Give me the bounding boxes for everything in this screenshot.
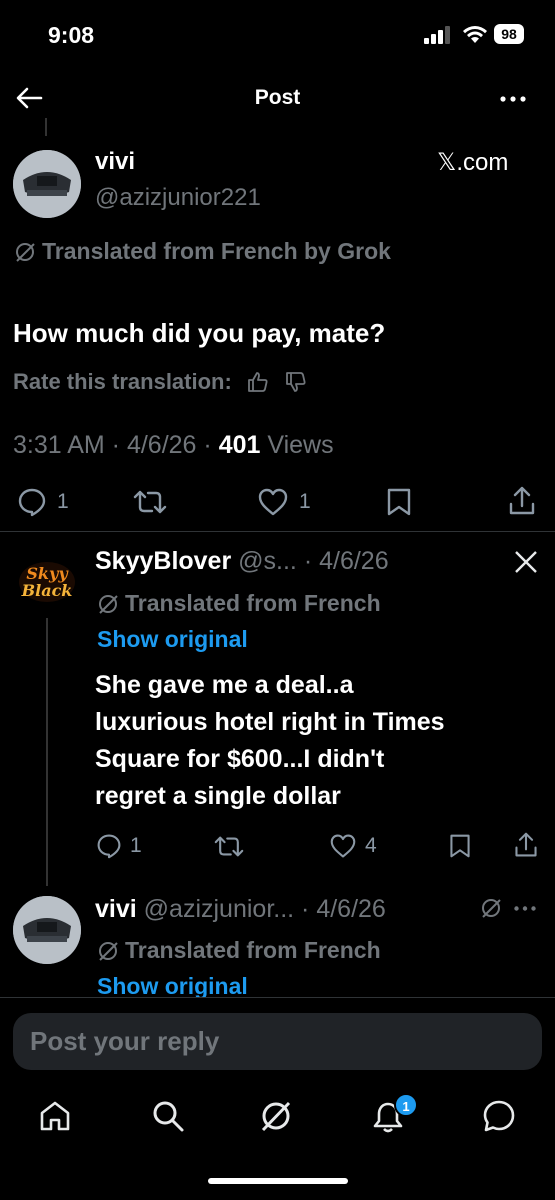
share-button[interactable]	[507, 485, 537, 517]
avatar[interactable]	[13, 150, 81, 218]
bookmark-icon	[387, 488, 411, 516]
translated-note: Translated from French	[97, 590, 381, 617]
rate-label: Rate this translation:	[13, 369, 232, 394]
reply-text-line: regret a single dollar	[95, 782, 341, 810]
status-time: 9:08	[48, 22, 95, 48]
battery-indicator: 98	[494, 24, 524, 44]
views-label: Views	[267, 431, 334, 459]
thread-line	[45, 118, 47, 136]
skyy-black-avatar-image: Skyy Black	[13, 548, 81, 616]
home-indicator	[208, 1178, 348, 1184]
heart-icon	[258, 488, 288, 516]
bookmark-button[interactable]	[448, 833, 472, 859]
reply-count: 1	[57, 490, 69, 513]
like-button[interactable]: 1	[257, 487, 311, 517]
meta-separator: ·	[196, 431, 219, 459]
signal-icon	[424, 26, 452, 44]
thumbs-down-icon[interactable]	[284, 370, 308, 394]
author-name[interactable]: SkyyBlover	[95, 547, 231, 575]
avatar-text-bottom: Black	[21, 581, 73, 600]
repost-icon	[214, 836, 244, 857]
bookmark-icon	[450, 834, 470, 858]
translated-note-text: Translated from French	[125, 937, 381, 963]
author-handle[interactable]: @s...	[238, 547, 297, 575]
like-count: 1	[299, 490, 311, 513]
rate-translation: Rate this translation:	[13, 369, 308, 395]
repost-button[interactable]	[133, 488, 167, 516]
thread-line	[46, 618, 48, 886]
reply-icon	[97, 834, 121, 859]
share-button[interactable]	[513, 831, 539, 859]
more-options-icon[interactable]	[514, 906, 536, 911]
translated-note: Translated from French by Grok	[14, 238, 391, 265]
like-count: 4	[365, 834, 377, 857]
author-name[interactable]: vivi	[95, 895, 137, 923]
post-date: 4/6/26	[319, 547, 389, 575]
reply-icon	[18, 488, 46, 517]
repost-icon	[133, 490, 167, 514]
car-avatar-image	[13, 896, 81, 964]
reply-header: vivi @azizjunior... · 4/6/26	[95, 895, 386, 924]
share-icon	[509, 486, 535, 515]
reply-text: She gave me a deal..a luxurious hotel ri…	[95, 667, 445, 815]
translated-note: Translated from French	[97, 937, 381, 964]
reply-count: 1	[130, 834, 142, 857]
translated-note-text: Translated from French	[125, 590, 381, 616]
avatar[interactable]	[13, 896, 81, 964]
x-logo-icon	[514, 550, 538, 574]
grok-icon	[99, 594, 118, 614]
meta-separator: ·	[294, 895, 317, 923]
translated-note-text: Translated from French by Grok	[42, 238, 391, 264]
bookmark-button[interactable]	[385, 487, 413, 517]
avatar[interactable]: Skyy Black	[13, 548, 81, 616]
thumbs-up-icon[interactable]	[246, 370, 270, 394]
share-icon	[515, 832, 537, 857]
reply-button[interactable]: 1	[17, 487, 69, 517]
source-label: 𝕏.com	[437, 149, 509, 176]
author-handle[interactable]: @azizjunior...	[144, 895, 294, 923]
show-original-link[interactable]: Show original	[97, 973, 248, 997]
more-options-icon[interactable]	[500, 96, 526, 102]
home-icon[interactable]	[38, 1100, 72, 1132]
grok-tab-icon[interactable]	[259, 1099, 293, 1133]
reply-text-line: She gave me a deal..a	[95, 671, 354, 699]
grok-icon	[480, 897, 502, 919]
heart-icon	[330, 834, 356, 858]
grok-icon	[16, 242, 35, 262]
reply-text-line: Square for $600...I didn't	[95, 745, 385, 773]
post-date: 4/6/26	[316, 895, 386, 923]
post-date: 4/6/26	[126, 431, 197, 459]
reply-input-placeholder: Post your reply	[30, 1026, 220, 1056]
grok-icon	[99, 941, 118, 961]
reply-button[interactable]: 1	[96, 833, 142, 859]
search-icon[interactable]	[151, 1099, 185, 1133]
divider	[0, 997, 555, 998]
meta-separator: ·	[296, 547, 320, 575]
page-title: Post	[254, 86, 301, 109]
car-avatar-image	[13, 150, 81, 218]
notification-badge: 1	[394, 1093, 418, 1117]
author-name[interactable]: vivi	[95, 148, 135, 176]
post-text: How much did you pay, mate?	[13, 318, 386, 348]
meta-separator	[260, 431, 267, 460]
repost-button[interactable]	[214, 834, 244, 859]
post-meta: 3:31 AM · 4/6/26 · 401 Views	[13, 431, 334, 460]
wifi-icon	[462, 24, 488, 44]
author-handle[interactable]: @azizjunior221	[95, 184, 261, 212]
post-time: 3:31 AM	[13, 431, 105, 459]
reply-text-line: luxurious hotel right in Times	[95, 708, 445, 736]
meta-separator: ·	[104, 431, 127, 459]
show-original-link[interactable]: Show original	[97, 626, 248, 653]
like-button[interactable]: 4	[329, 833, 377, 859]
divider	[0, 531, 555, 532]
reply-header: SkyyBlover @s... · 4/6/26	[95, 547, 389, 576]
messages-icon[interactable]	[482, 1099, 516, 1133]
views-count: 401	[218, 431, 261, 459]
